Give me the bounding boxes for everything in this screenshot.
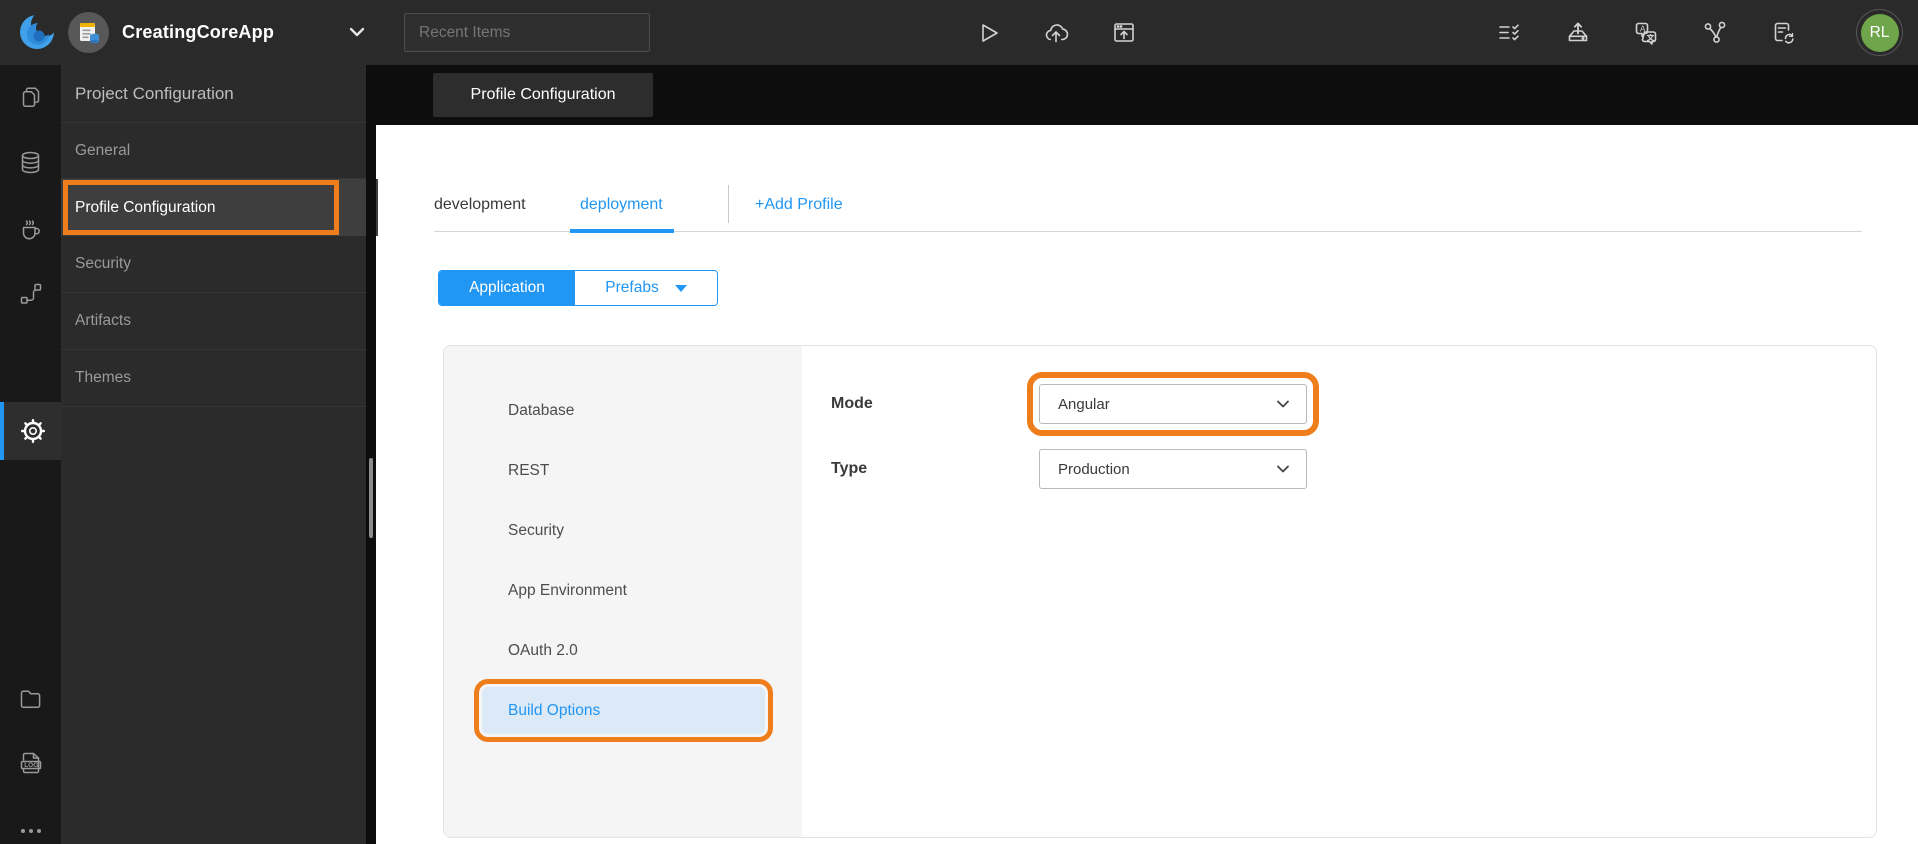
app-window: CreatingCoreApp Recent Items A RL LOG Pr… [0,0,1918,844]
type-label: Type [831,460,868,477]
menu-item-build-options[interactable]: Build Options [474,679,773,742]
project-name[interactable]: CreatingCoreApp [122,0,274,65]
project-notes-icon [79,22,99,43]
left-icon-rail: LOG [0,65,61,844]
sidebar-scrollbar [366,65,376,844]
mode-select-value: Angular [1058,395,1110,413]
prefabs-toggle-button[interactable]: Prefabs [575,271,717,305]
menu-item-app-environment[interactable]: App Environment [444,571,802,611]
wavemaker-logo-icon[interactable] [16,11,58,53]
recent-items-input[interactable] [404,13,650,52]
project-config-sidebar: Project Configuration General Profile Co… [61,65,378,844]
sidebar-item-themes[interactable]: Themes [61,350,366,407]
java-icon[interactable] [0,202,61,254]
chevron-down-icon [1277,400,1289,408]
folder-icon[interactable] [0,672,61,724]
database-icon[interactable] [0,136,61,188]
menu-item-security[interactable]: Security [444,511,802,551]
top-bar: CreatingCoreApp Recent Items A RL [0,0,1918,65]
pages-icon[interactable] [0,71,61,123]
window-upload-icon[interactable] [1109,18,1139,48]
doc-sync-icon[interactable] [1768,18,1798,48]
user-avatar-initials: RL [1860,13,1899,52]
sidebar-item-profile-configuration[interactable]: Profile Configuration [63,180,339,235]
main-content: development deployment +Add Profile Appl… [376,125,1918,844]
sidebar-scrollbar-thumb[interactable] [369,458,373,538]
tab-divider [728,185,729,223]
deployment-config-card: Database REST Security App Environment O… [443,345,1877,838]
translate-icon[interactable]: A [1631,18,1661,48]
user-avatar[interactable]: RL [1856,9,1903,56]
config-menu: Database REST Security App Environment O… [444,346,802,837]
version-control-icon[interactable] [1700,18,1730,48]
settings-gear-icon[interactable] [0,402,61,460]
scope-toggle: Application Prefabs [438,270,718,306]
mode-label: Mode [831,395,873,412]
caret-down-icon [674,284,687,292]
tab-deployment[interactable]: deployment [580,192,663,218]
sidebar-title: Project Configuration [75,83,234,103]
apis-icon[interactable] [0,267,61,319]
project-avatar[interactable] [68,12,109,53]
svg-text:LOG: LOG [24,762,38,769]
more-options-icon[interactable] [0,805,61,844]
sidebar-item-general[interactable]: General [61,122,366,179]
active-tab-underline [570,229,674,233]
play-icon[interactable] [973,18,1003,48]
export-drive-icon[interactable] [1563,18,1593,48]
menu-item-database[interactable]: Database [444,391,802,431]
cloud-upload-icon[interactable] [1041,18,1071,48]
chevron-down-icon [1277,465,1289,473]
menu-item-oauth[interactable]: OAuth 2.0 [444,631,802,671]
prefabs-label: Prefabs [605,279,659,296]
mode-select[interactable]: Angular [1027,372,1319,436]
chevron-down-icon[interactable] [344,19,370,45]
sidebar-item-artifacts[interactable]: Artifacts [61,293,366,350]
type-select[interactable]: Production [1039,449,1307,489]
checklist-icon[interactable] [1494,18,1524,48]
add-profile-button[interactable]: +Add Profile [755,192,843,218]
log-file-icon[interactable]: LOG [0,737,61,789]
main-tab-bar: Profile Configuration [376,65,1918,125]
menu-item-rest[interactable]: REST [444,451,802,491]
application-toggle-button[interactable]: Application [439,271,575,305]
tab-development[interactable]: development [434,192,526,218]
type-select-value: Production [1058,460,1130,478]
tab-profile-configuration[interactable]: Profile Configuration [433,73,653,117]
sidebar-item-security[interactable]: Security [61,236,366,293]
